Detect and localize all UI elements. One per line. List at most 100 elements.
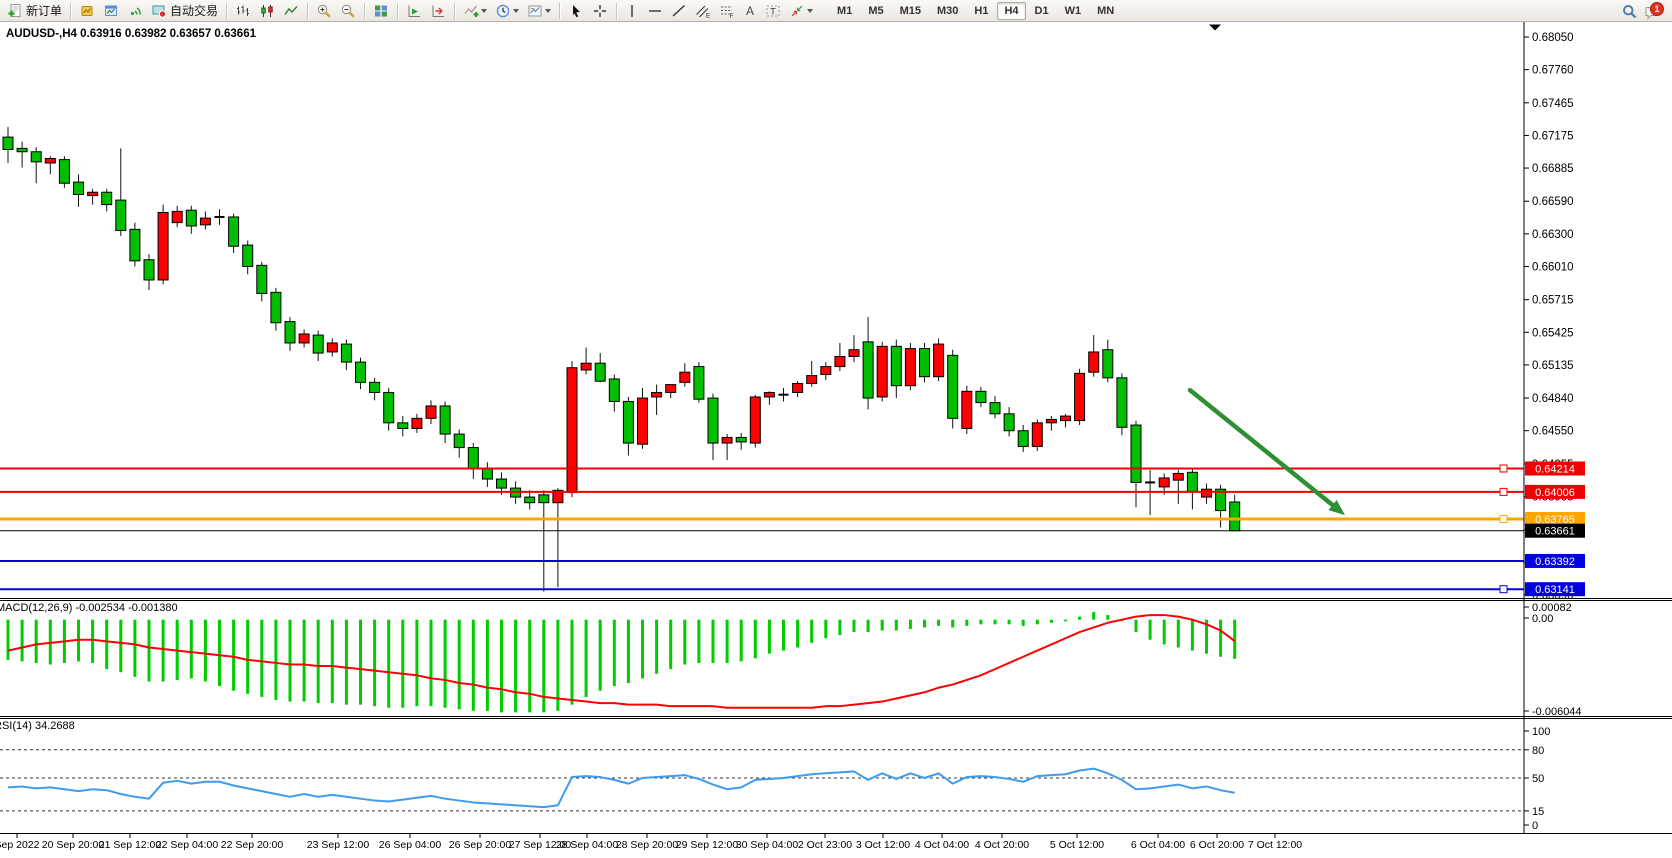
new-chart-button[interactable]: [76, 0, 98, 21]
svg-text:50: 50: [1532, 773, 1544, 785]
zoom-in-icon: [316, 3, 332, 19]
periods-menu-button[interactable]: [492, 0, 522, 21]
candle: [200, 218, 210, 225]
macd-bar: [1036, 620, 1039, 625]
svg-text:26 Sep 20:00: 26 Sep 20:00: [449, 839, 512, 851]
line-chart-button[interactable]: [280, 0, 302, 21]
candle: [525, 497, 535, 503]
period-button-w1[interactable]: W1: [1058, 2, 1089, 20]
candle: [384, 392, 394, 422]
trendline-button[interactable]: [668, 0, 690, 21]
profiles-button[interactable]: [100, 0, 122, 21]
candle: [440, 406, 450, 434]
macd-bar: [274, 620, 277, 700]
candle: [31, 152, 41, 162]
indicators-button[interactable]: [460, 0, 490, 21]
candle: [370, 382, 380, 392]
zoom-out-button[interactable]: [337, 0, 359, 21]
line-handle[interactable]: [1500, 586, 1507, 593]
zoom-in-button[interactable]: [313, 0, 335, 21]
search-icon[interactable]: [1621, 3, 1638, 20]
macd-bar: [91, 620, 94, 663]
tile-windows-button[interactable]: [370, 0, 392, 21]
macd-bar: [204, 620, 207, 682]
arrows-icon: [789, 3, 805, 19]
svg-text:0.63141: 0.63141: [1535, 584, 1575, 596]
svg-text:E: E: [706, 12, 711, 19]
candle: [299, 334, 309, 343]
candle: [722, 437, 732, 443]
svg-text:4 Oct 04:00: 4 Oct 04:00: [915, 839, 969, 851]
notifications-button[interactable]: 1: [1644, 2, 1664, 20]
auto-scroll-button[interactable]: [403, 0, 425, 21]
svg-text:7 Oct 12:00: 7 Oct 12:00: [1248, 839, 1302, 851]
macd-bar: [303, 620, 306, 702]
period-button-m30[interactable]: M30: [930, 2, 965, 20]
period-button-m1[interactable]: M1: [830, 2, 859, 20]
candle: [609, 379, 619, 401]
horizontal-line-button[interactable]: [644, 0, 666, 21]
macd-bar: [1078, 617, 1081, 620]
candle: [158, 212, 168, 279]
text-button[interactable]: A: [740, 0, 760, 21]
candle: [793, 383, 803, 392]
macd-bar: [937, 620, 940, 626]
line-handle[interactable]: [1500, 465, 1507, 472]
candle: [1202, 489, 1212, 497]
text-icon: A: [743, 3, 757, 19]
cursor-button[interactable]: [565, 0, 587, 21]
macd-bar: [387, 620, 390, 708]
macd-bar: [472, 620, 475, 711]
candle: [1061, 416, 1071, 420]
candle: [849, 350, 859, 357]
crosshair-button[interactable]: [589, 0, 611, 21]
svg-text:0.64840: 0.64840: [1532, 393, 1574, 405]
macd-bar: [345, 620, 348, 705]
period-button-m5[interactable]: M5: [861, 2, 890, 20]
svg-text:0: 0: [1532, 820, 1538, 832]
autotrading-button[interactable]: 自动交易: [148, 0, 221, 21]
signals-button[interactable]: [124, 0, 146, 21]
candlestick-chart-button[interactable]: [256, 0, 278, 21]
candle: [186, 210, 196, 226]
line-handle[interactable]: [1500, 488, 1507, 495]
line-handle[interactable]: [1500, 516, 1507, 523]
zoom-out-icon: [340, 3, 356, 19]
chart-canvas[interactable]: 0.680500.677600.674650.671750.668850.665…: [0, 22, 1672, 853]
svg-text:100: 100: [1532, 726, 1550, 738]
macd-bar: [373, 620, 376, 706]
candle: [1075, 373, 1085, 420]
macd-bar: [726, 620, 729, 663]
chart-shift-button[interactable]: [427, 0, 449, 21]
new-order-button[interactable]: 新订单: [4, 0, 65, 21]
chart-area[interactable]: 0.680500.677600.674650.671750.668850.665…: [0, 22, 1672, 853]
macd-bar: [712, 620, 715, 663]
text-label-button[interactable]: T: [762, 0, 784, 21]
candle: [130, 229, 140, 260]
macd-bar: [486, 620, 489, 711]
macd-bar: [444, 620, 447, 708]
templates-button[interactable]: [524, 0, 554, 21]
macd-bar: [1106, 615, 1109, 620]
macd-bar: [641, 620, 644, 679]
vertical-line-button[interactable]: [622, 0, 642, 21]
svg-text:28 Sep 04:00: 28 Sep 04:00: [556, 839, 619, 851]
fibonacci-button[interactable]: F: [716, 0, 738, 21]
svg-text:A: A: [746, 4, 754, 18]
candle: [877, 346, 887, 397]
candle: [1159, 478, 1169, 487]
signals-icon: [127, 3, 143, 19]
vertical-line-icon: [625, 3, 639, 19]
candlestick-chart-icon: [259, 3, 275, 19]
svg-text:Sep 2022: Sep 2022: [0, 839, 40, 851]
period-button-h1[interactable]: H1: [967, 2, 995, 20]
clock-icon: [495, 3, 511, 19]
equidistant-channel-button[interactable]: E: [692, 0, 714, 21]
arrows-button[interactable]: [786, 0, 816, 21]
period-button-m15[interactable]: M15: [893, 2, 928, 20]
bar-chart-button[interactable]: [232, 0, 254, 21]
period-button-h4[interactable]: H4: [997, 2, 1025, 20]
candle: [497, 479, 507, 488]
period-button-mn[interactable]: MN: [1090, 2, 1121, 20]
period-button-d1[interactable]: D1: [1028, 2, 1056, 20]
